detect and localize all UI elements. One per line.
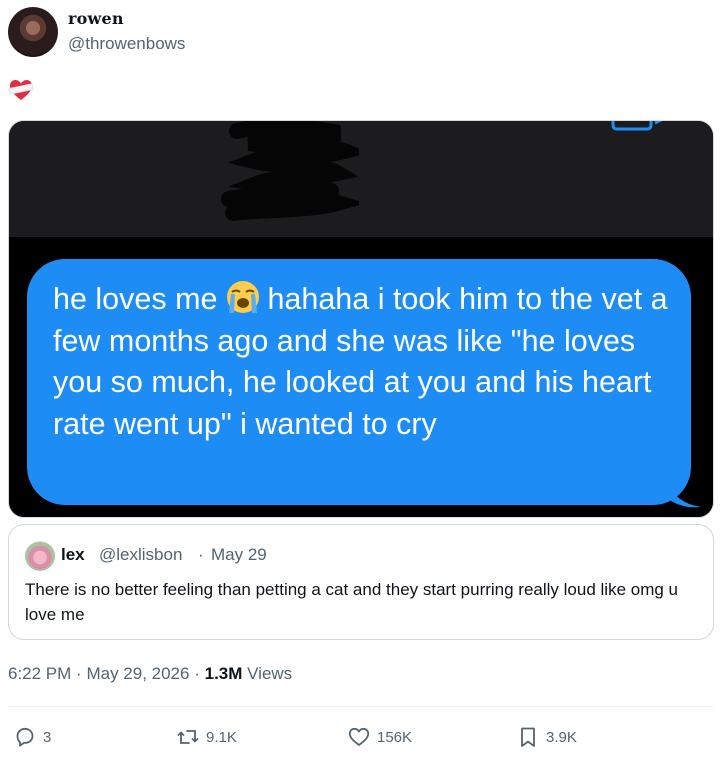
tweet-media-image[interactable]: he loves me hahaha i took him to the vet…: [8, 120, 714, 518]
quote-separator: ·: [198, 545, 204, 564]
bookmark-button[interactable]: 3.9K: [516, 725, 577, 749]
bandaged-heart-icon: [8, 80, 34, 100]
loudly-crying-face-icon: [227, 281, 260, 313]
message-text-part1: he loves me: [53, 282, 218, 316]
quoted-tweet[interactable]: lex @lexlisbon · May 29 There is no bett…: [8, 524, 714, 640]
author-handle[interactable]: @throwenbows: [68, 34, 185, 54]
repost-icon: [177, 730, 199, 744]
divider: [8, 706, 714, 707]
quote-author-avatar[interactable]: [25, 541, 55, 571]
author-avatar[interactable]: [8, 7, 58, 57]
tweet-time[interactable]: 6:22 PM: [8, 664, 71, 683]
message-bubble-tail: [667, 481, 701, 508]
reply-icon: [16, 727, 34, 747]
bookmark-icon: [521, 727, 535, 747]
views-count: 1.3M: [204, 664, 243, 683]
redaction-scribble: [221, 121, 359, 221]
tweet-meta: 6:22 PM · May 29, 2026 · 1.3M Views: [8, 664, 292, 684]
views-label: Views: [247, 664, 293, 683]
reply-count: 3: [43, 728, 52, 746]
meta-separator-2: ·: [194, 664, 200, 683]
heart-icon: [348, 727, 370, 746]
like-button[interactable]: 156K: [347, 725, 412, 749]
tweet-date[interactable]: May 29, 2026: [86, 664, 189, 683]
quote-author-handle[interactable]: @lexlisbon: [99, 545, 182, 565]
like-count: 156K: [377, 728, 413, 746]
quote-text: There is no better feeling than petting …: [25, 580, 678, 624]
meta-separator: ·: [76, 664, 82, 683]
facetime-video-icon: [611, 121, 663, 131]
repost-button[interactable]: 9.1K: [176, 725, 237, 749]
message-text: he loves me hahaha i took him to the vet…: [53, 279, 673, 445]
repost-count: 9.1K: [206, 728, 237, 746]
author-display-name[interactable]: rowen: [68, 9, 124, 28]
quote-date[interactable]: May 29: [211, 545, 267, 565]
bookmark-count: 3.9K: [546, 728, 577, 746]
quote-author-name[interactable]: lex: [61, 545, 85, 565]
reply-button[interactable]: 3: [13, 725, 51, 749]
message-header-area: [9, 121, 713, 237]
